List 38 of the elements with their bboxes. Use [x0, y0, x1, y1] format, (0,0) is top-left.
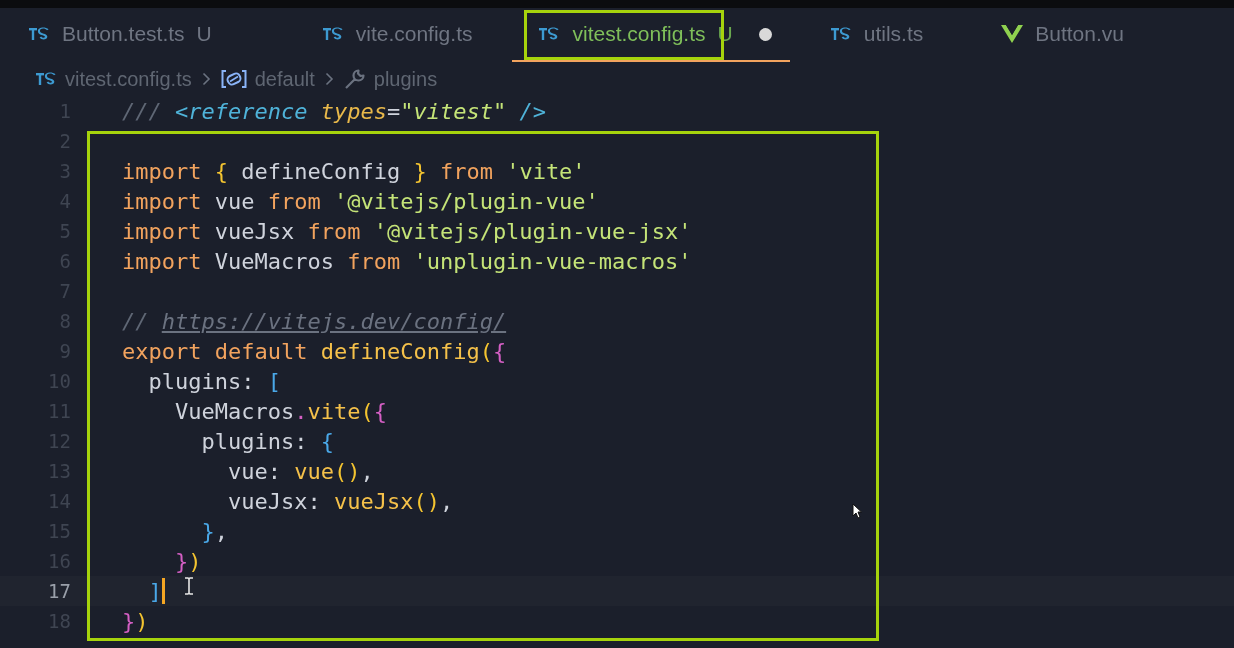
code-line: import vue from '@vitejs/plugin-vue' [122, 188, 599, 214]
editor-tab[interactable]: Button.test.ts U [0, 8, 282, 62]
code-line: plugins: { [200, 428, 334, 454]
line-number: 17 [47, 580, 71, 602]
code-line: ] [147, 578, 162, 604]
i-beam-cursor-icon [184, 577, 194, 595]
code-line: plugins: [ [147, 368, 281, 394]
code-line: }) [173, 548, 202, 574]
editor-tab[interactable]: vite.config.ts [281, 8, 513, 62]
code-line: }, [200, 518, 228, 544]
chevron-right-icon [201, 72, 211, 86]
typescript-file-icon [538, 27, 561, 41]
code-line: /// <reference types="vitest" /> [122, 98, 546, 124]
code-line: vueJsx: vueJsx(), [226, 488, 454, 514]
editor-tab[interactable]: Button.vu [963, 8, 1124, 62]
breadcrumb-item[interactable]: plugins [343, 67, 438, 91]
code-line: import { defineConfig } from 'vite' [122, 158, 586, 184]
code-line: VueMacros.vite({ [173, 398, 387, 424]
breadcrumb-item[interactable]: default [220, 67, 315, 91]
code-line: import VueMacros from 'unplugin-vue-macros' [122, 248, 692, 274]
breadcrumb-item[interactable]: vitest.config.ts [35, 67, 192, 91]
code-line: export default defineConfig({ [122, 338, 507, 364]
code-line: vue: vue(), [226, 458, 374, 484]
code-line: import vueJsx from '@vitejs/plugin-vue-jsx' [122, 218, 692, 244]
chevron-right-icon [324, 72, 334, 86]
code-line: // https://vitejs.dev/config/ [122, 308, 507, 334]
text-cursor [161, 578, 165, 604]
editor-tab[interactable]: utils.ts [789, 8, 964, 62]
typescript-file-icon [829, 27, 852, 41]
unsaved-dot-icon [758, 27, 772, 41]
typescript-file-icon [35, 72, 57, 86]
typescript-file-icon [321, 27, 344, 41]
typescript-file-icon [28, 27, 50, 41]
code-line: }) [122, 608, 149, 634]
mouse-pointer-icon [852, 503, 862, 519]
wrench-icon [343, 68, 366, 90]
vue-file-icon [1001, 25, 1024, 43]
variable-icon [220, 70, 247, 88]
